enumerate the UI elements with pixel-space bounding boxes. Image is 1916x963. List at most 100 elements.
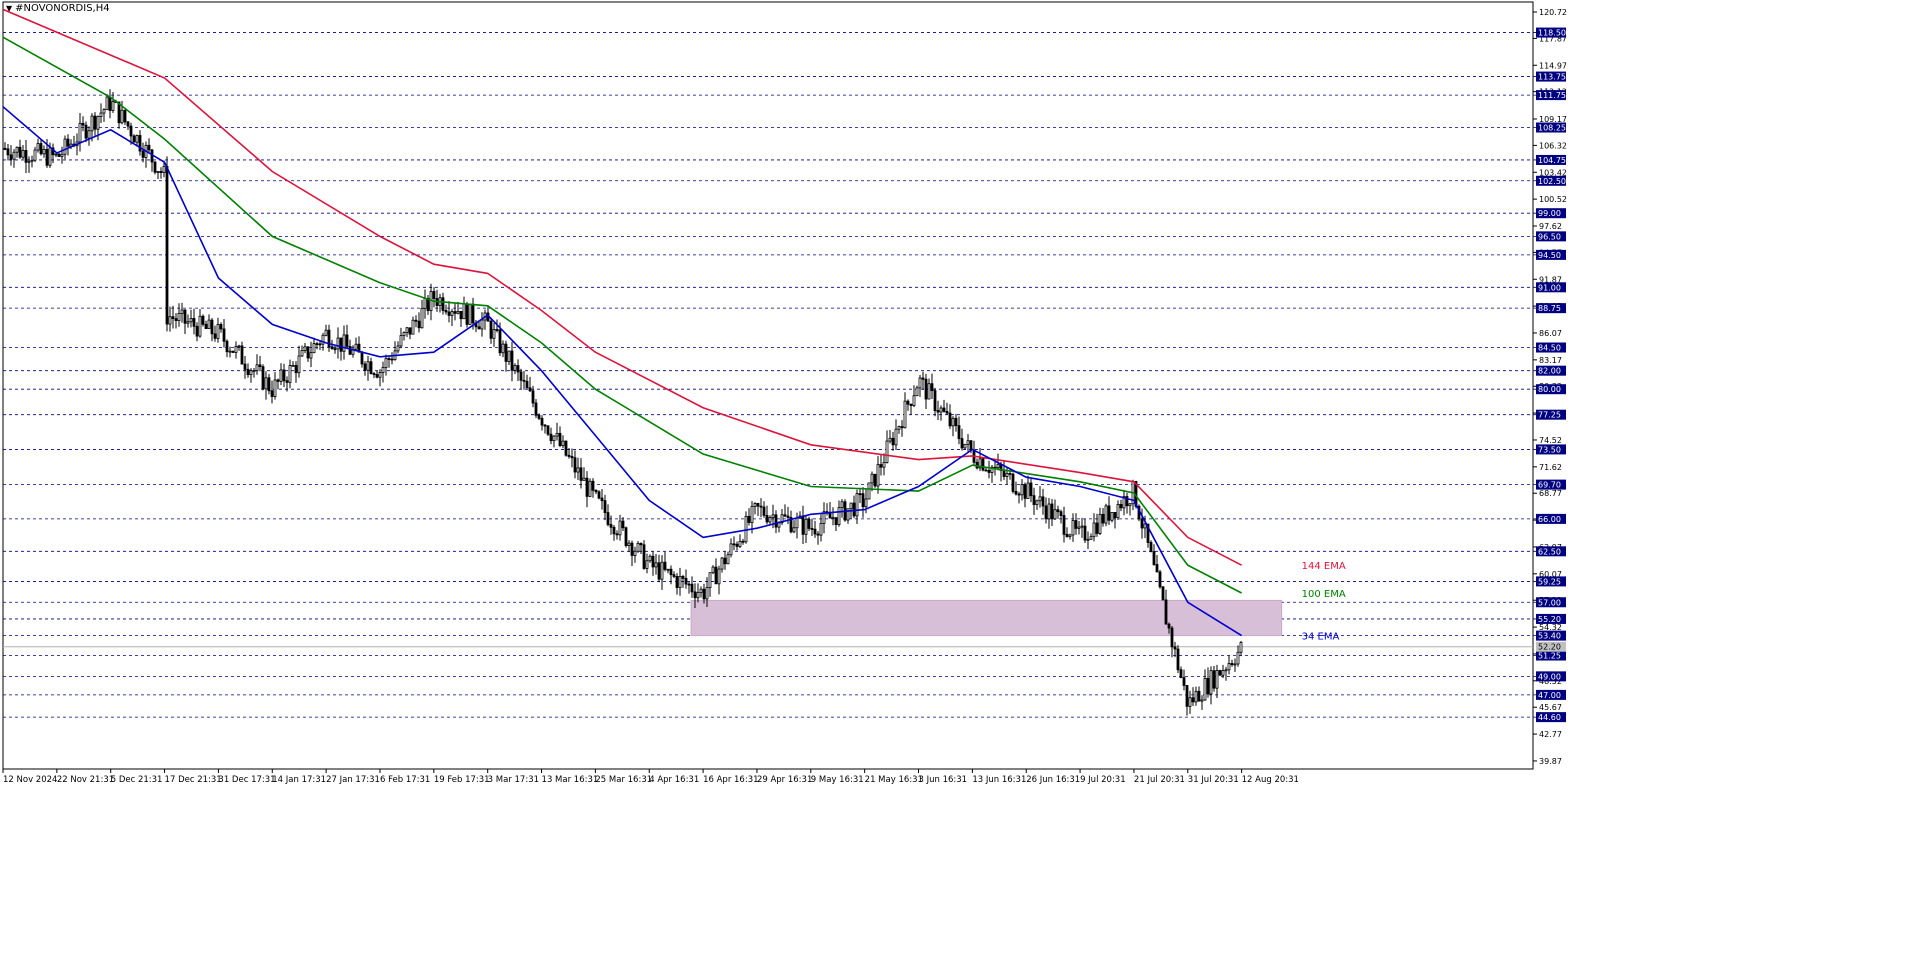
- candle-body: [861, 493, 865, 508]
- candle: [342, 325, 346, 360]
- candle-body: [648, 555, 652, 562]
- price-box-label: 51.25: [1538, 652, 1561, 661]
- candle-body: [384, 358, 388, 368]
- candle-body: [237, 345, 241, 348]
- candle-body: [534, 402, 538, 416]
- candle: [351, 345, 355, 358]
- price-box-label: 111.75: [1538, 91, 1566, 100]
- candle-body: [345, 334, 349, 347]
- candle: [1026, 475, 1030, 499]
- candle-body: [858, 493, 862, 496]
- candle-body: [732, 543, 736, 546]
- candle-body: [801, 515, 805, 535]
- candle: [417, 312, 421, 333]
- candle: [255, 354, 259, 375]
- candle-body: [1101, 513, 1105, 524]
- price-chart[interactable]: 144 EMA100 EMA34 EMA 120.72117.87114.971…: [0, 0, 1916, 963]
- candle-body: [1065, 533, 1069, 537]
- candle: [207, 314, 211, 330]
- candle: [1194, 686, 1198, 706]
- candle-body: [81, 122, 85, 126]
- candle: [414, 315, 418, 328]
- candle-body: [15, 146, 19, 153]
- candle-body: [927, 383, 931, 400]
- candle-body: [771, 514, 775, 518]
- candle: [924, 373, 928, 409]
- candle-body: [1008, 473, 1012, 475]
- candle: [192, 308, 196, 335]
- price-tick-label: 68.77: [1539, 489, 1562, 498]
- candle-body: [741, 540, 745, 543]
- candle: [339, 337, 343, 361]
- candle-body: [315, 343, 319, 345]
- candle: [303, 342, 307, 354]
- candle: [117, 101, 121, 129]
- candle: [1068, 533, 1072, 540]
- candle-body: [891, 437, 895, 446]
- candle-body: [1179, 669, 1183, 678]
- candle-body: [600, 497, 604, 502]
- candle-body: [1002, 470, 1006, 477]
- candle: [1161, 586, 1165, 601]
- candle-body: [540, 417, 544, 426]
- candle: [1176, 645, 1180, 674]
- candle: [1065, 527, 1069, 538]
- candle-body: [1197, 690, 1201, 702]
- candle: [858, 487, 862, 504]
- candle: [240, 341, 244, 365]
- candle: [558, 426, 562, 448]
- candle-body: [981, 458, 985, 471]
- candle: [732, 536, 736, 551]
- candle: [840, 499, 844, 518]
- candle: [534, 398, 538, 419]
- candle: [153, 161, 157, 175]
- candle-body: [633, 550, 637, 556]
- candle: [801, 505, 805, 545]
- candle: [309, 341, 313, 368]
- candle-body: [987, 469, 991, 473]
- candle-body: [414, 319, 418, 322]
- candle: [423, 289, 427, 319]
- candle-body: [303, 346, 307, 351]
- candle-body: [894, 428, 898, 446]
- candle-body: [459, 310, 463, 320]
- price-box-label: 82.00: [1538, 367, 1561, 376]
- candle-body: [159, 171, 163, 173]
- candle-body: [1128, 503, 1132, 507]
- candle-body: [828, 512, 832, 519]
- candle-body: [1110, 512, 1114, 521]
- candle-body: [405, 327, 409, 333]
- candle: [987, 460, 991, 479]
- candle-body: [684, 577, 688, 585]
- candle: [852, 495, 856, 519]
- candle: [615, 530, 619, 540]
- candle: [396, 341, 400, 354]
- candle-body: [576, 467, 580, 473]
- time-tick-label: 5 Dec 21:31: [111, 775, 163, 785]
- candle: [1089, 533, 1093, 541]
- candle: [651, 551, 655, 576]
- candle: [834, 517, 838, 532]
- candle-body: [1188, 697, 1192, 707]
- candle-body: [471, 303, 475, 324]
- time-tick-label: 21 May 16:31: [865, 775, 923, 785]
- candle-body: [141, 150, 145, 158]
- time-tick-label: 27 Jan 17:31: [326, 775, 380, 785]
- candle-body: [276, 379, 280, 382]
- candle: [879, 454, 883, 476]
- candle-body: [759, 505, 763, 508]
- candle-body: [102, 109, 106, 114]
- candle: [1212, 665, 1216, 692]
- candle: [57, 153, 61, 158]
- candle-body: [432, 291, 436, 299]
- candle: [828, 501, 832, 519]
- candle-body: [624, 527, 628, 546]
- candle-body: [630, 542, 634, 556]
- candle-body: [519, 371, 523, 381]
- candle-body: [1230, 663, 1234, 666]
- candle-body: [249, 370, 253, 376]
- candle: [867, 482, 871, 500]
- candle: [657, 554, 661, 583]
- candle-body: [1170, 627, 1174, 648]
- candle: [810, 518, 814, 536]
